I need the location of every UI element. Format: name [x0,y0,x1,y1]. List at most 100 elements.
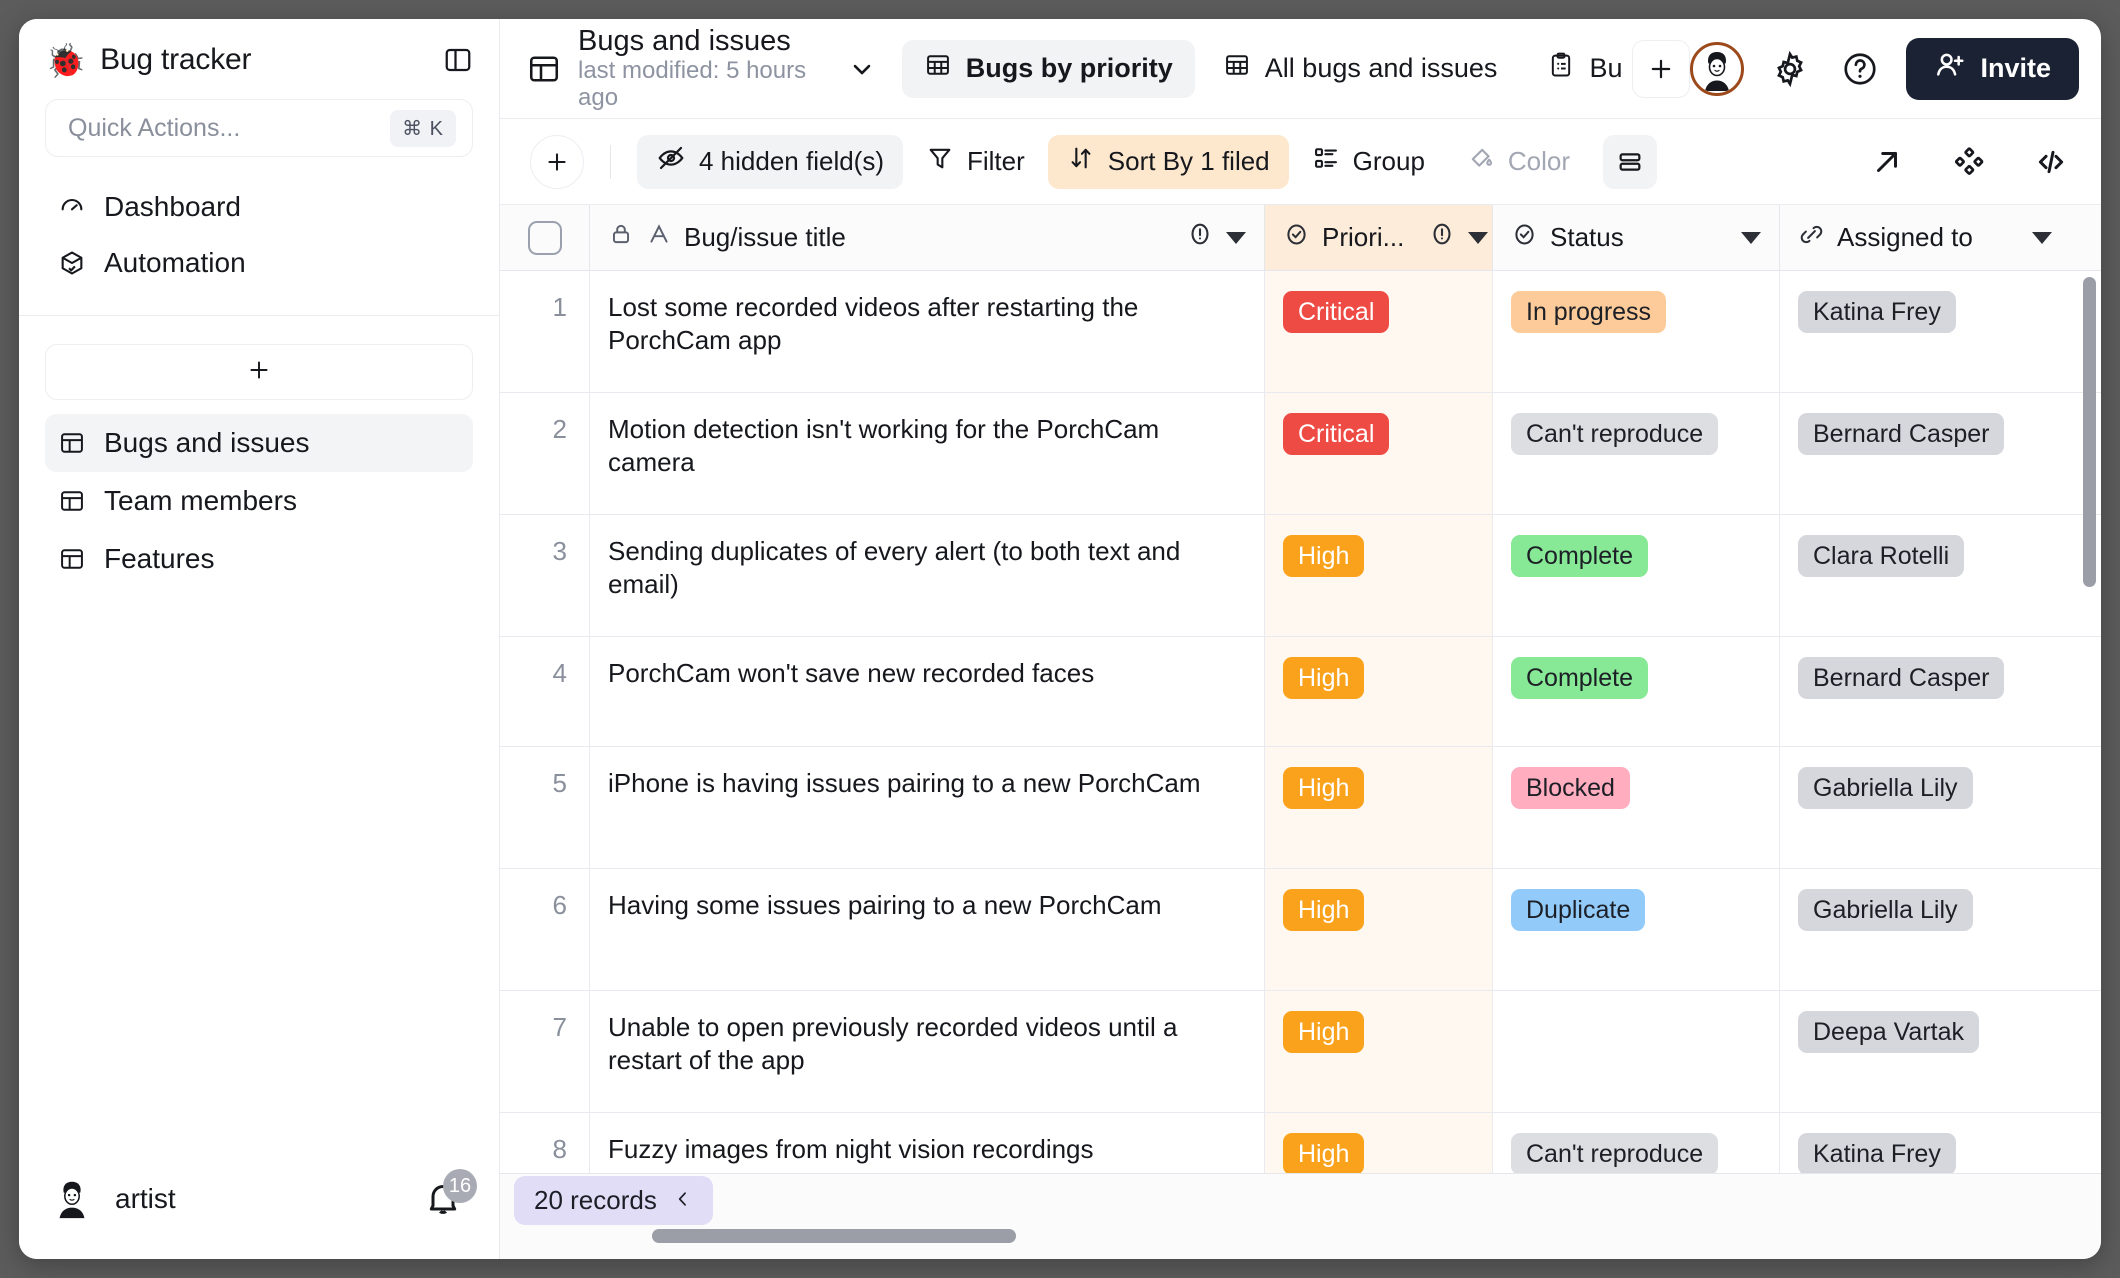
cell-priority[interactable]: High [1265,991,1493,1112]
cell-status[interactable]: In progress [1493,271,1780,392]
column-header-label: Bug/issue title [684,222,846,252]
cell-title[interactable]: Having some issues pairing to a new Porc… [590,869,1265,990]
status-badge: In progress [1511,291,1667,333]
sidebar-item-team-members[interactable]: Team members [45,472,473,530]
cell-title[interactable]: Lost some recorded videos after restarti… [590,271,1265,392]
table-row[interactable]: 6 Having some issues pairing to a new Por… [500,869,2101,991]
cell-status[interactable] [1493,991,1780,1112]
cell-assignee[interactable]: Gabriella Lily [1780,869,2070,990]
tab-bu[interactable]: Bu [1525,40,1622,98]
table-row[interactable]: 4 PorchCam won't save new recorded faces H… [500,637,2101,747]
sidebar-item-bugs-and-issues[interactable]: Bugs and issues [45,414,473,472]
assignee-chip: Gabriella Lily [1798,889,1973,931]
cell-assignee[interactable]: Bernard Casper [1780,393,2070,514]
cell-priority[interactable]: High [1265,747,1493,868]
caret-down-icon[interactable] [2032,231,2052,244]
cell-status[interactable]: Complete [1493,515,1780,636]
cell-title[interactable]: Unable to open previously recorded video… [590,991,1265,1112]
grid-header-row: Bug/issue title Priori... Status Assigne… [500,205,2101,271]
cell-priority[interactable]: High [1265,1113,1493,1173]
select-all-header[interactable] [500,205,590,270]
column-header-priority[interactable]: Priori... [1265,205,1493,270]
filter-label: Filter [967,146,1025,176]
table-row[interactable]: 1 Lost some recorded videos after restart… [500,271,2101,393]
caret-down-icon[interactable] [1741,231,1761,244]
cell-title[interactable]: Sending duplicates of every alert (to bo… [590,515,1265,636]
cell-assignee[interactable]: Katina Frey [1780,271,2070,392]
alert-circle-icon [1428,220,1456,255]
avatar[interactable] [49,1176,95,1222]
status-badge: Complete [1511,657,1648,699]
cell-title[interactable]: PorchCam won't save new recorded faces [590,637,1265,746]
hidden-fields-button[interactable]: 4 hidden field(s) [637,134,903,189]
filter-button[interactable]: Filter [907,135,1044,189]
caret-down-icon[interactable] [1226,231,1246,244]
cell-title[interactable]: Fuzzy images from night vision recording… [590,1113,1265,1173]
cell-status[interactable]: Can't reproduce [1493,1113,1780,1173]
cell-title[interactable]: iPhone is having issues pairing to a new… [590,747,1265,868]
column-header-status[interactable]: Status [1493,205,1780,270]
horizontal-scrollbar[interactable] [652,1229,1016,1243]
package-check-icon [57,248,87,278]
cell-assignee[interactable]: Bernard Casper [1780,637,2070,746]
cell-status[interactable]: Blocked [1493,747,1780,868]
row-height-icon[interactable] [1603,134,1658,189]
checkbox-icon[interactable] [527,220,562,255]
table-row[interactable]: 8 Fuzzy images from night vision recordin… [500,1113,2101,1173]
group-button[interactable]: Group [1293,135,1444,189]
quick-actions-shortcut: ⌘ K [390,109,456,147]
arrow-up-right-icon[interactable] [1863,138,1911,186]
cell-priority[interactable]: High [1265,637,1493,746]
sidebar-item-automation[interactable]: Automation [45,235,473,291]
code-brackets-icon[interactable] [2027,138,2075,186]
sidebar-item-label: Dashboard [104,191,241,222]
status-badge: Blocked [1511,767,1630,809]
vertical-scrollbar[interactable] [2083,277,2096,587]
funnel-icon [926,144,954,179]
cell-status[interactable]: Can't reproduce [1493,393,1780,514]
table-row[interactable]: 2 Motion detection isn't working for the … [500,393,2101,515]
gear-icon[interactable] [1766,45,1814,93]
cell-assignee[interactable]: Gabriella Lily [1780,747,2070,868]
diamond-cluster-icon[interactable] [1945,138,1993,186]
quick-actions-input[interactable]: Quick Actions... ⌘ K [45,99,473,157]
cell-status[interactable]: Complete [1493,637,1780,746]
sidebar-item-features[interactable]: Features [45,530,473,588]
cell-status[interactable]: Duplicate [1493,869,1780,990]
sidebar-panel-icon[interactable] [441,43,475,77]
cell-priority[interactable]: High [1265,869,1493,990]
row-number: 1 [500,271,590,392]
topbar: Bugs and issues last modified: 5 hours a… [500,19,2101,119]
add-record-button[interactable] [530,134,584,189]
cell-priority[interactable]: Critical [1265,271,1493,392]
cell-assignee[interactable]: Deepa Vartak [1780,991,2070,1112]
add-view-button[interactable] [1632,39,1691,98]
assignee-chip: Deepa Vartak [1798,1011,1980,1053]
cell-priority[interactable]: High [1265,515,1493,636]
chevron-down-icon[interactable] [848,55,876,83]
table-row[interactable]: 7 Unable to open previously recorded vide… [500,991,2101,1113]
grid-icon [1223,51,1251,86]
invite-button[interactable]: Invite [1906,37,2079,100]
add-table-button[interactable] [45,344,473,400]
column-header-assigned-to[interactable]: Assigned to [1780,205,2070,270]
cell-assignee[interactable]: Katina Frey [1780,1113,2070,1173]
record-count-button[interactable]: 20 records [514,1176,713,1225]
cell-priority[interactable]: Critical [1265,393,1493,514]
cell-title[interactable]: Motion detection isn't working for the P… [590,393,1265,514]
caret-down-icon[interactable] [1468,231,1489,244]
notifications-button[interactable]: 16 [417,1169,477,1225]
sidebar-item-dashboard[interactable]: Dashboard [45,179,473,235]
cell-assignee[interactable]: Clara Rotelli [1780,515,2070,636]
document-title-block[interactable]: Bugs and issues last modified: 5 hours a… [578,25,820,111]
table-row[interactable]: 3 Sending duplicates of every alert (to b… [500,515,2101,637]
grid-rows: 1 Lost some recorded videos after restart… [500,271,2101,1173]
column-header-title[interactable]: Bug/issue title [590,205,1265,270]
tab-all-bugs-and-issues[interactable]: All bugs and issues [1201,40,1520,98]
question-circle-icon[interactable] [1836,45,1884,93]
tab-bugs-by-priority[interactable]: Bugs by priority [901,39,1195,98]
table-row[interactable]: 5 iPhone is having issues pairing to a ne… [500,747,2101,869]
color-button[interactable]: Color [1448,135,1589,189]
sort-button[interactable]: Sort By 1 filed [1047,134,1289,189]
avatar[interactable] [1690,41,1745,96]
